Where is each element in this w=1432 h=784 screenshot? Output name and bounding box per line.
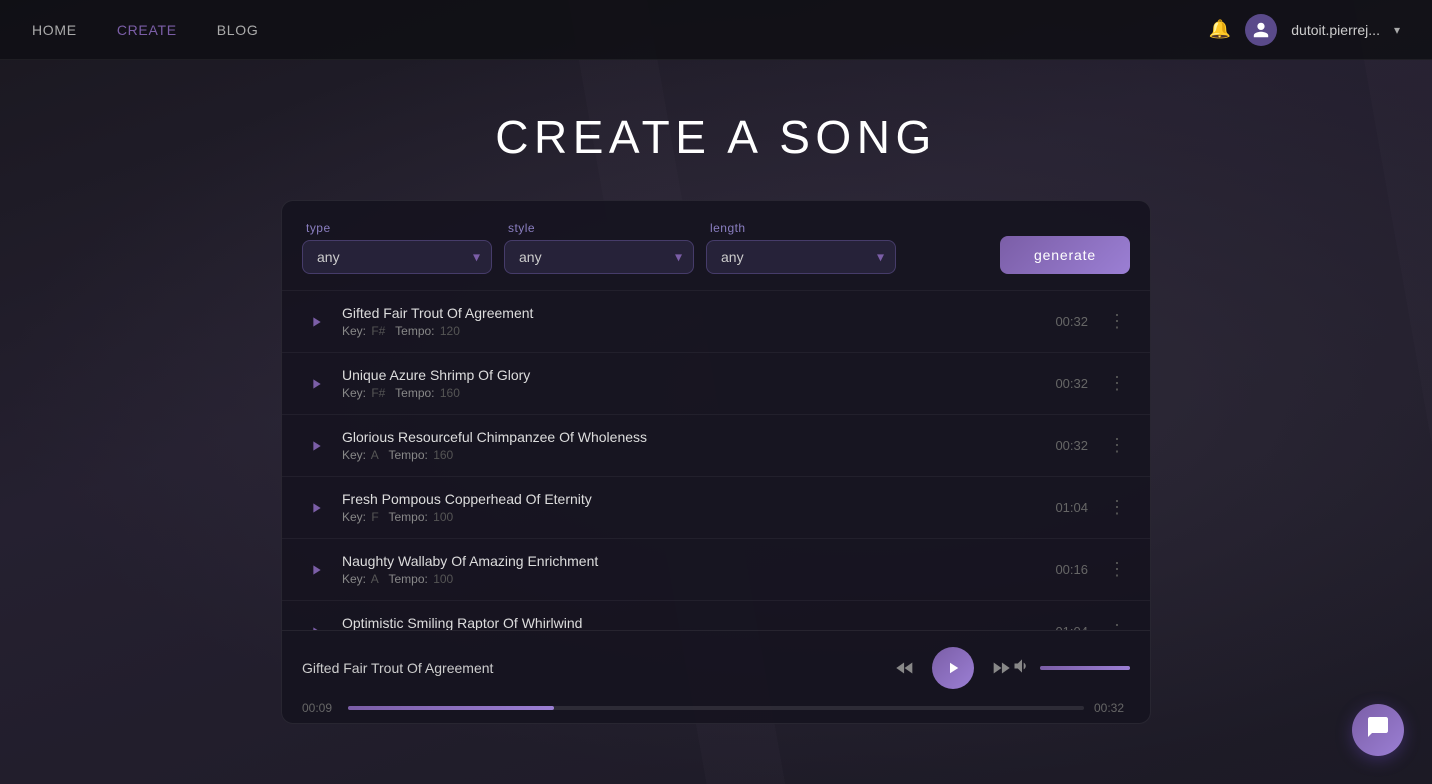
volume-section — [1012, 656, 1130, 681]
song-duration: 00:32 — [1055, 438, 1088, 453]
type-filter-group: type any instrumental vocal ▾ — [302, 221, 492, 274]
rewind-button[interactable] — [894, 657, 916, 679]
style-select[interactable]: any rock pop jazz classical — [504, 240, 694, 274]
player-buttons — [894, 647, 1012, 689]
username-label: dutoit.pierrej... — [1291, 22, 1380, 38]
song-more-button[interactable]: ⋮ — [1104, 435, 1130, 456]
length-filter-group: length any short medium long ▾ — [706, 221, 896, 274]
song-play-button[interactable] — [302, 308, 330, 336]
song-info: Naughty Wallaby Of Amazing Enrichment Ke… — [342, 553, 1055, 586]
navbar: HOME CREATE BLOG 🔔 dutoit.pierrej... ▾ — [0, 0, 1432, 60]
song-more-button[interactable]: ⋮ — [1104, 311, 1130, 332]
song-play-button[interactable] — [302, 556, 330, 584]
length-label: length — [706, 221, 896, 235]
song-name: Gifted Fair Trout Of Agreement — [342, 305, 1055, 321]
song-name: Fresh Pompous Copperhead Of Eternity — [342, 491, 1055, 507]
list-item[interactable]: Glorious Resourceful Chimpanzee Of Whole… — [282, 414, 1150, 476]
player-bar: Gifted Fair Trout Of Agreement — [282, 630, 1150, 723]
nav-blog[interactable]: BLOG — [217, 22, 259, 38]
song-duration: 00:16 — [1055, 562, 1088, 577]
list-item[interactable]: Gifted Fair Trout Of Agreement Key: F# T… — [282, 290, 1150, 352]
song-more-button[interactable]: ⋮ — [1104, 559, 1130, 580]
main-content: CREATE A SONG type any instrumental voca… — [0, 60, 1432, 724]
song-meta: Key: A Tempo: 160 — [342, 448, 1055, 462]
fast-forward-button[interactable] — [990, 657, 1012, 679]
song-info: Unique Azure Shrimp Of Glory Key: F# Tem… — [342, 367, 1055, 400]
chat-icon — [1366, 715, 1390, 745]
song-name: Optimistic Smiling Raptor Of Whirlwind — [342, 615, 1055, 630]
avatar — [1245, 14, 1277, 46]
progress-section: 00:09 00:32 — [302, 701, 1130, 715]
song-info: Gifted Fair Trout Of Agreement Key: F# T… — [342, 305, 1055, 338]
volume-icon[interactable] — [1012, 656, 1032, 681]
chat-widget[interactable] — [1352, 704, 1404, 756]
song-list: Gifted Fair Trout Of Agreement Key: F# T… — [282, 290, 1150, 630]
song-name: Unique Azure Shrimp Of Glory — [342, 367, 1055, 383]
song-name: Glorious Resourceful Chimpanzee Of Whole… — [342, 429, 1055, 445]
list-item[interactable]: Unique Azure Shrimp Of Glory Key: F# Tem… — [282, 352, 1150, 414]
page-title: CREATE A SONG — [495, 110, 937, 164]
total-time: 00:32 — [1094, 701, 1130, 715]
song-more-button[interactable]: ⋮ — [1104, 373, 1130, 394]
song-meta: Key: F Tempo: 100 — [342, 510, 1055, 524]
now-playing-title: Gifted Fair Trout Of Agreement — [302, 660, 894, 676]
song-duration: 01:04 — [1055, 624, 1088, 630]
nav-create[interactable]: CREATE — [117, 22, 177, 38]
type-label: type — [302, 221, 492, 235]
length-select[interactable]: any short medium long — [706, 240, 896, 274]
song-play-button[interactable] — [302, 618, 330, 631]
nav-home[interactable]: HOME — [32, 22, 77, 38]
song-meta: Key: A Tempo: 100 — [342, 572, 1055, 586]
volume-fill — [1040, 666, 1130, 670]
list-item[interactable]: Fresh Pompous Copperhead Of Eternity Key… — [282, 476, 1150, 538]
current-time: 00:09 — [302, 701, 338, 715]
song-play-button[interactable] — [302, 432, 330, 460]
song-meta: Key: F# Tempo: 160 — [342, 386, 1055, 400]
progress-track[interactable] — [348, 706, 1084, 710]
generate-button[interactable]: generate — [1000, 236, 1130, 274]
list-item[interactable]: Naughty Wallaby Of Amazing Enrichment Ke… — [282, 538, 1150, 600]
volume-bar[interactable] — [1040, 666, 1130, 670]
filters-row: type any instrumental vocal ▾ style any … — [282, 201, 1150, 290]
song-name: Naughty Wallaby Of Amazing Enrichment — [342, 553, 1055, 569]
style-label: style — [504, 221, 694, 235]
song-meta: Key: F# Tempo: 120 — [342, 324, 1055, 338]
progress-fill — [348, 706, 554, 710]
song-info: Glorious Resourceful Chimpanzee Of Whole… — [342, 429, 1055, 462]
song-info: Fresh Pompous Copperhead Of Eternity Key… — [342, 491, 1055, 524]
song-duration: 00:32 — [1055, 314, 1088, 329]
creator-card: type any instrumental vocal ▾ style any … — [281, 200, 1151, 724]
song-play-button[interactable] — [302, 494, 330, 522]
notification-bell-icon[interactable]: 🔔 — [1209, 19, 1231, 40]
song-play-button[interactable] — [302, 370, 330, 398]
play-pause-button[interactable] — [932, 647, 974, 689]
song-duration: 00:32 — [1055, 376, 1088, 391]
song-more-button[interactable]: ⋮ — [1104, 621, 1130, 630]
list-item[interactable]: Optimistic Smiling Raptor Of Whirlwind K… — [282, 600, 1150, 630]
style-filter-group: style any rock pop jazz classical ▾ — [504, 221, 694, 274]
song-info: Optimistic Smiling Raptor Of Whirlwind K… — [342, 615, 1055, 630]
type-select[interactable]: any instrumental vocal — [302, 240, 492, 274]
song-more-button[interactable]: ⋮ — [1104, 497, 1130, 518]
song-duration: 01:04 — [1055, 500, 1088, 515]
chevron-down-icon[interactable]: ▾ — [1394, 23, 1400, 37]
